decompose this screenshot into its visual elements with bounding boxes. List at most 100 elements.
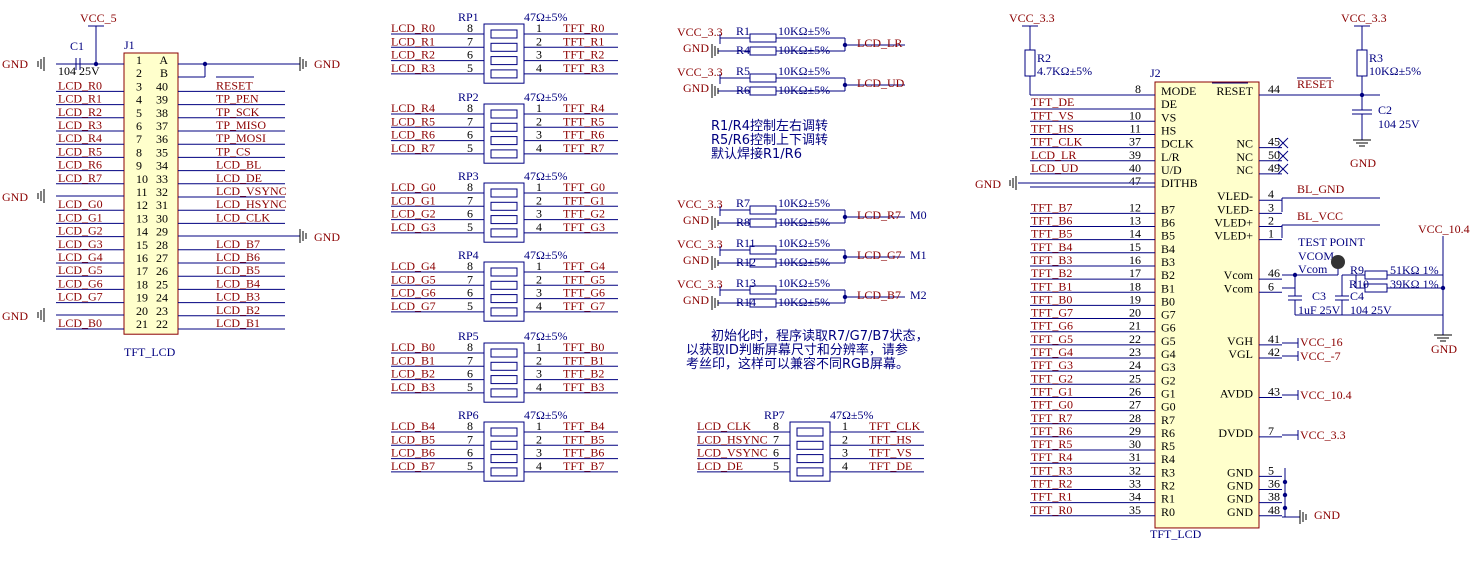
j1-pin-right: 39 <box>156 93 168 107</box>
net-label: LCD_R7 <box>391 141 435 155</box>
j2-pin-name: DVDD <box>1218 426 1253 440</box>
vcc33-label: VCC_3.3 <box>677 197 723 211</box>
j2-pin-num: 2 <box>1268 214 1274 228</box>
c2-value: 104 25V <box>1378 117 1420 131</box>
net-label: LCD_R1 <box>58 92 102 106</box>
rp-element <box>490 228 518 238</box>
rp-value: 47Ω±5% <box>524 90 568 104</box>
res-ref: R11 <box>736 236 756 250</box>
j1-pin-left: 7 <box>136 132 142 146</box>
c2-ref: C2 <box>1378 103 1392 117</box>
net-label: LCD_VSYNC <box>216 184 287 198</box>
j2-pin-num: 20 <box>1129 306 1141 320</box>
gnd-label: GND <box>683 213 709 227</box>
rp-pin: 8 <box>467 21 473 35</box>
j2-pin-name: G1 <box>1161 386 1176 400</box>
j2-pin-name: G7 <box>1161 308 1176 322</box>
net-label: LCD_R6 <box>391 128 435 142</box>
net-label: LCD_HSYNC <box>697 432 768 446</box>
gnd-label: GND <box>1431 342 1457 356</box>
j2-pin-num: 38 <box>1268 490 1280 504</box>
gnd-label: GND <box>683 253 709 267</box>
j2-pin-num: 48 <box>1268 503 1280 517</box>
j2-pin-name: DE <box>1161 97 1177 111</box>
j1-pin-left: 5 <box>136 106 142 120</box>
rp-value: 47Ω±5% <box>524 408 568 422</box>
net-label: TFT_R5 <box>1031 437 1072 451</box>
vcc33-label: VCC_3.3 <box>677 237 723 251</box>
rp-pin: 6 <box>467 128 473 142</box>
j2-pin-name: R3 <box>1161 465 1175 479</box>
strap-r7-r8: VCC_3.3 GND R7 R8 10KΩ±5% 10KΩ±5% LCD_R7 M0 <box>677 196 927 230</box>
net-label: TFT_B5 <box>563 432 604 446</box>
note-init-line: 以获取ID判断屏幕尺寸和分辨率，请参 <box>686 342 908 358</box>
rp-element <box>490 109 518 119</box>
net-label: TFT_B3 <box>563 380 604 394</box>
rp-pin: 2 <box>536 193 542 207</box>
j1-pin-right: 29 <box>156 225 168 239</box>
c3-value: 1uF 25V <box>1298 303 1341 317</box>
rp-element <box>490 348 518 358</box>
net-label: LCD_R6 <box>58 158 102 172</box>
j2-pin-num: 31 <box>1129 450 1141 464</box>
j2-pin-num: 15 <box>1129 240 1141 254</box>
net-label: TFT_G5 <box>563 272 605 286</box>
j2-pin-name: G3 <box>1161 360 1176 374</box>
net-label: LCD_B3 <box>216 290 260 304</box>
j1-pin-left: 2 <box>136 66 142 80</box>
rp4-resistor-pack: RP4 47Ω±5%LCD_G4 TFT_G48 1LCD_G5 TFT_G57 2LCD… <box>391 248 618 322</box>
rp-value: 47Ω±5% <box>830 408 874 422</box>
net-label: TFT_B2 <box>563 367 604 381</box>
rp-pin: 3 <box>536 48 542 62</box>
j2-pin-num: 35 <box>1129 503 1141 517</box>
net-label: TFT_R1 <box>1031 490 1072 504</box>
net-label: LCD_R3 <box>58 118 102 132</box>
net-label: TP_PEN <box>216 92 259 106</box>
rp-pin: 4 <box>536 459 542 473</box>
j2-pin-num: 6 <box>1268 279 1274 293</box>
net-label: LCD_B7 <box>216 237 260 251</box>
net-label: LCD_B4 <box>216 276 260 290</box>
rp-pin: 1 <box>536 419 542 433</box>
j2-pin-name: NC <box>1236 150 1253 164</box>
j2-pin-name: RESET <box>1216 84 1253 98</box>
rp-pin: 3 <box>536 207 542 221</box>
r3-value: 10KΩ±5% <box>1369 64 1421 78</box>
j2-pin-name: B5 <box>1161 229 1175 243</box>
net-label: TFT_G5 <box>1031 332 1073 346</box>
j2-pin-name: VS <box>1161 110 1176 124</box>
rp-element <box>796 427 824 437</box>
j1-pin-right: 25 <box>156 277 168 291</box>
res-value: 10KΩ±5% <box>778 255 830 269</box>
net-label: TFT_R2 <box>563 48 604 62</box>
resistor-body <box>749 73 777 83</box>
j2-pin-name: GND <box>1227 492 1253 506</box>
rp-element <box>490 122 518 132</box>
net-label: TFT_R2 <box>1031 477 1072 491</box>
res-ref: R1 <box>736 24 750 38</box>
junction-dot <box>202 61 208 67</box>
j1-pin-left: 1 <box>136 53 142 67</box>
net-label: TFT_VS <box>1031 108 1074 122</box>
j2-pin-name: B2 <box>1161 268 1175 282</box>
j2-pin-num: 49 <box>1268 161 1280 175</box>
j1-pin-right: 26 <box>156 264 168 278</box>
j2-pin-num: 40 <box>1129 161 1141 175</box>
junction-dot <box>1440 285 1446 291</box>
vcc104-rail-label: VCC_10.4 <box>1300 388 1352 402</box>
net-label: LCD_LR <box>1031 148 1076 162</box>
net-label: LCD_B2 <box>216 303 260 317</box>
rp-pin: 3 <box>536 128 542 142</box>
net-label: TFT_G4 <box>563 259 605 273</box>
rp7-resistor-pack: RP7 47Ω±5%LCD_CLK TFT_CLK8 1LCD_HSYNC TFT_HS… <box>697 408 924 482</box>
j1-pin-right: 38 <box>156 106 168 120</box>
rp-element <box>490 454 518 464</box>
junction-dot <box>1282 505 1288 511</box>
net-label: TFT_G2 <box>563 207 605 221</box>
j2-pin-name: G2 <box>1161 373 1176 387</box>
rp-pin: 2 <box>536 114 542 128</box>
j2-pin-name: B4 <box>1161 242 1175 256</box>
rp-pin: 6 <box>467 367 473 381</box>
net-label: LCD_B4 <box>391 419 435 433</box>
r2-ref: R2 <box>1037 51 1051 65</box>
